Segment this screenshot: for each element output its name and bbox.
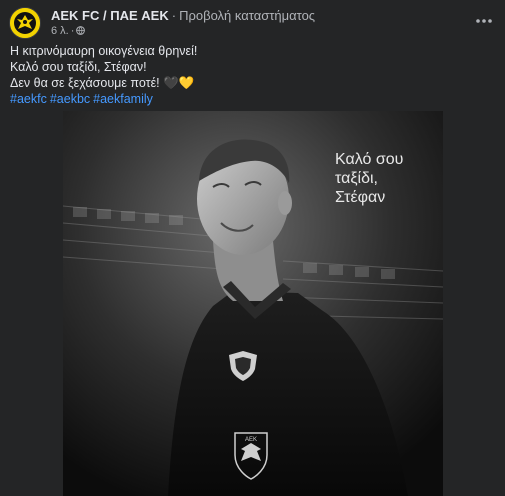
black-heart-icon: 🖤: [163, 76, 179, 90]
logo-text: AEK: [245, 437, 257, 443]
overlay-line-2: ταξίδι,: [335, 170, 378, 187]
hashtag-aekfc[interactable]: #aekfc: [10, 92, 47, 106]
post-text: Η κιτρινόμαυρη οικογένεια θρηνεί! Καλό σ…: [10, 43, 490, 107]
post-text-line-2: Καλό σου ταξίδι, Στέφαν!: [10, 60, 147, 74]
page-name-link[interactable]: AEK FC / ΠΑΕ AEK: [51, 8, 169, 23]
meta-dot: ·: [70, 25, 75, 37]
page-name-line: AEK FC / ΠΑΕ AEK · Προβολή καταστήματος: [51, 8, 315, 23]
post-time[interactable]: 6 λ.: [51, 25, 69, 37]
hashtags-line: #aekfc #aekbc #aekfamily: [10, 91, 490, 107]
overlay-caption: Καλό σου ταξίδι, Στέφαν: [335, 150, 403, 207]
post-image[interactable]: AEK Καλό σου ταξίδι, Στέφαν: [63, 111, 443, 496]
more-options-icon[interactable]: [473, 13, 495, 29]
yellow-heart-icon: 💛: [178, 76, 195, 90]
hashtag-aekfamily[interactable]: #aekfamily: [93, 92, 153, 106]
facebook-post: AEK FC / ΠΑΕ AEK · Προβολή καταστήματος 6 …: [0, 0, 505, 496]
hashtag-aekbc[interactable]: #aekbc: [50, 92, 90, 106]
page-avatar[interactable]: [9, 7, 41, 39]
overlay-line-1: Καλό σου: [335, 151, 404, 168]
post-meta: 6 λ. ·: [51, 25, 86, 37]
post-header: AEK FC / ΠΑΕ AEK · Προβολή καταστήματος 6 …: [9, 7, 495, 41]
overlay-line-3: Στέφαν: [335, 189, 386, 206]
aek-logo-icon: [10, 8, 40, 38]
header-separator: ·: [171, 8, 177, 23]
globe-icon[interactable]: [76, 26, 86, 35]
post-text-line-3: Δεν θα σε ξεχάσουμε ποτέ! 🖤💛: [10, 75, 490, 91]
post-text-line-3-text: Δεν θα σε ξεχάσουμε ποτέ!: [10, 76, 160, 90]
view-store-link[interactable]: Προβολή καταστήματος: [179, 8, 315, 23]
post-text-line-1: Η κιτρινόμαυρη οικογένεια θρηνεί!: [10, 44, 198, 58]
